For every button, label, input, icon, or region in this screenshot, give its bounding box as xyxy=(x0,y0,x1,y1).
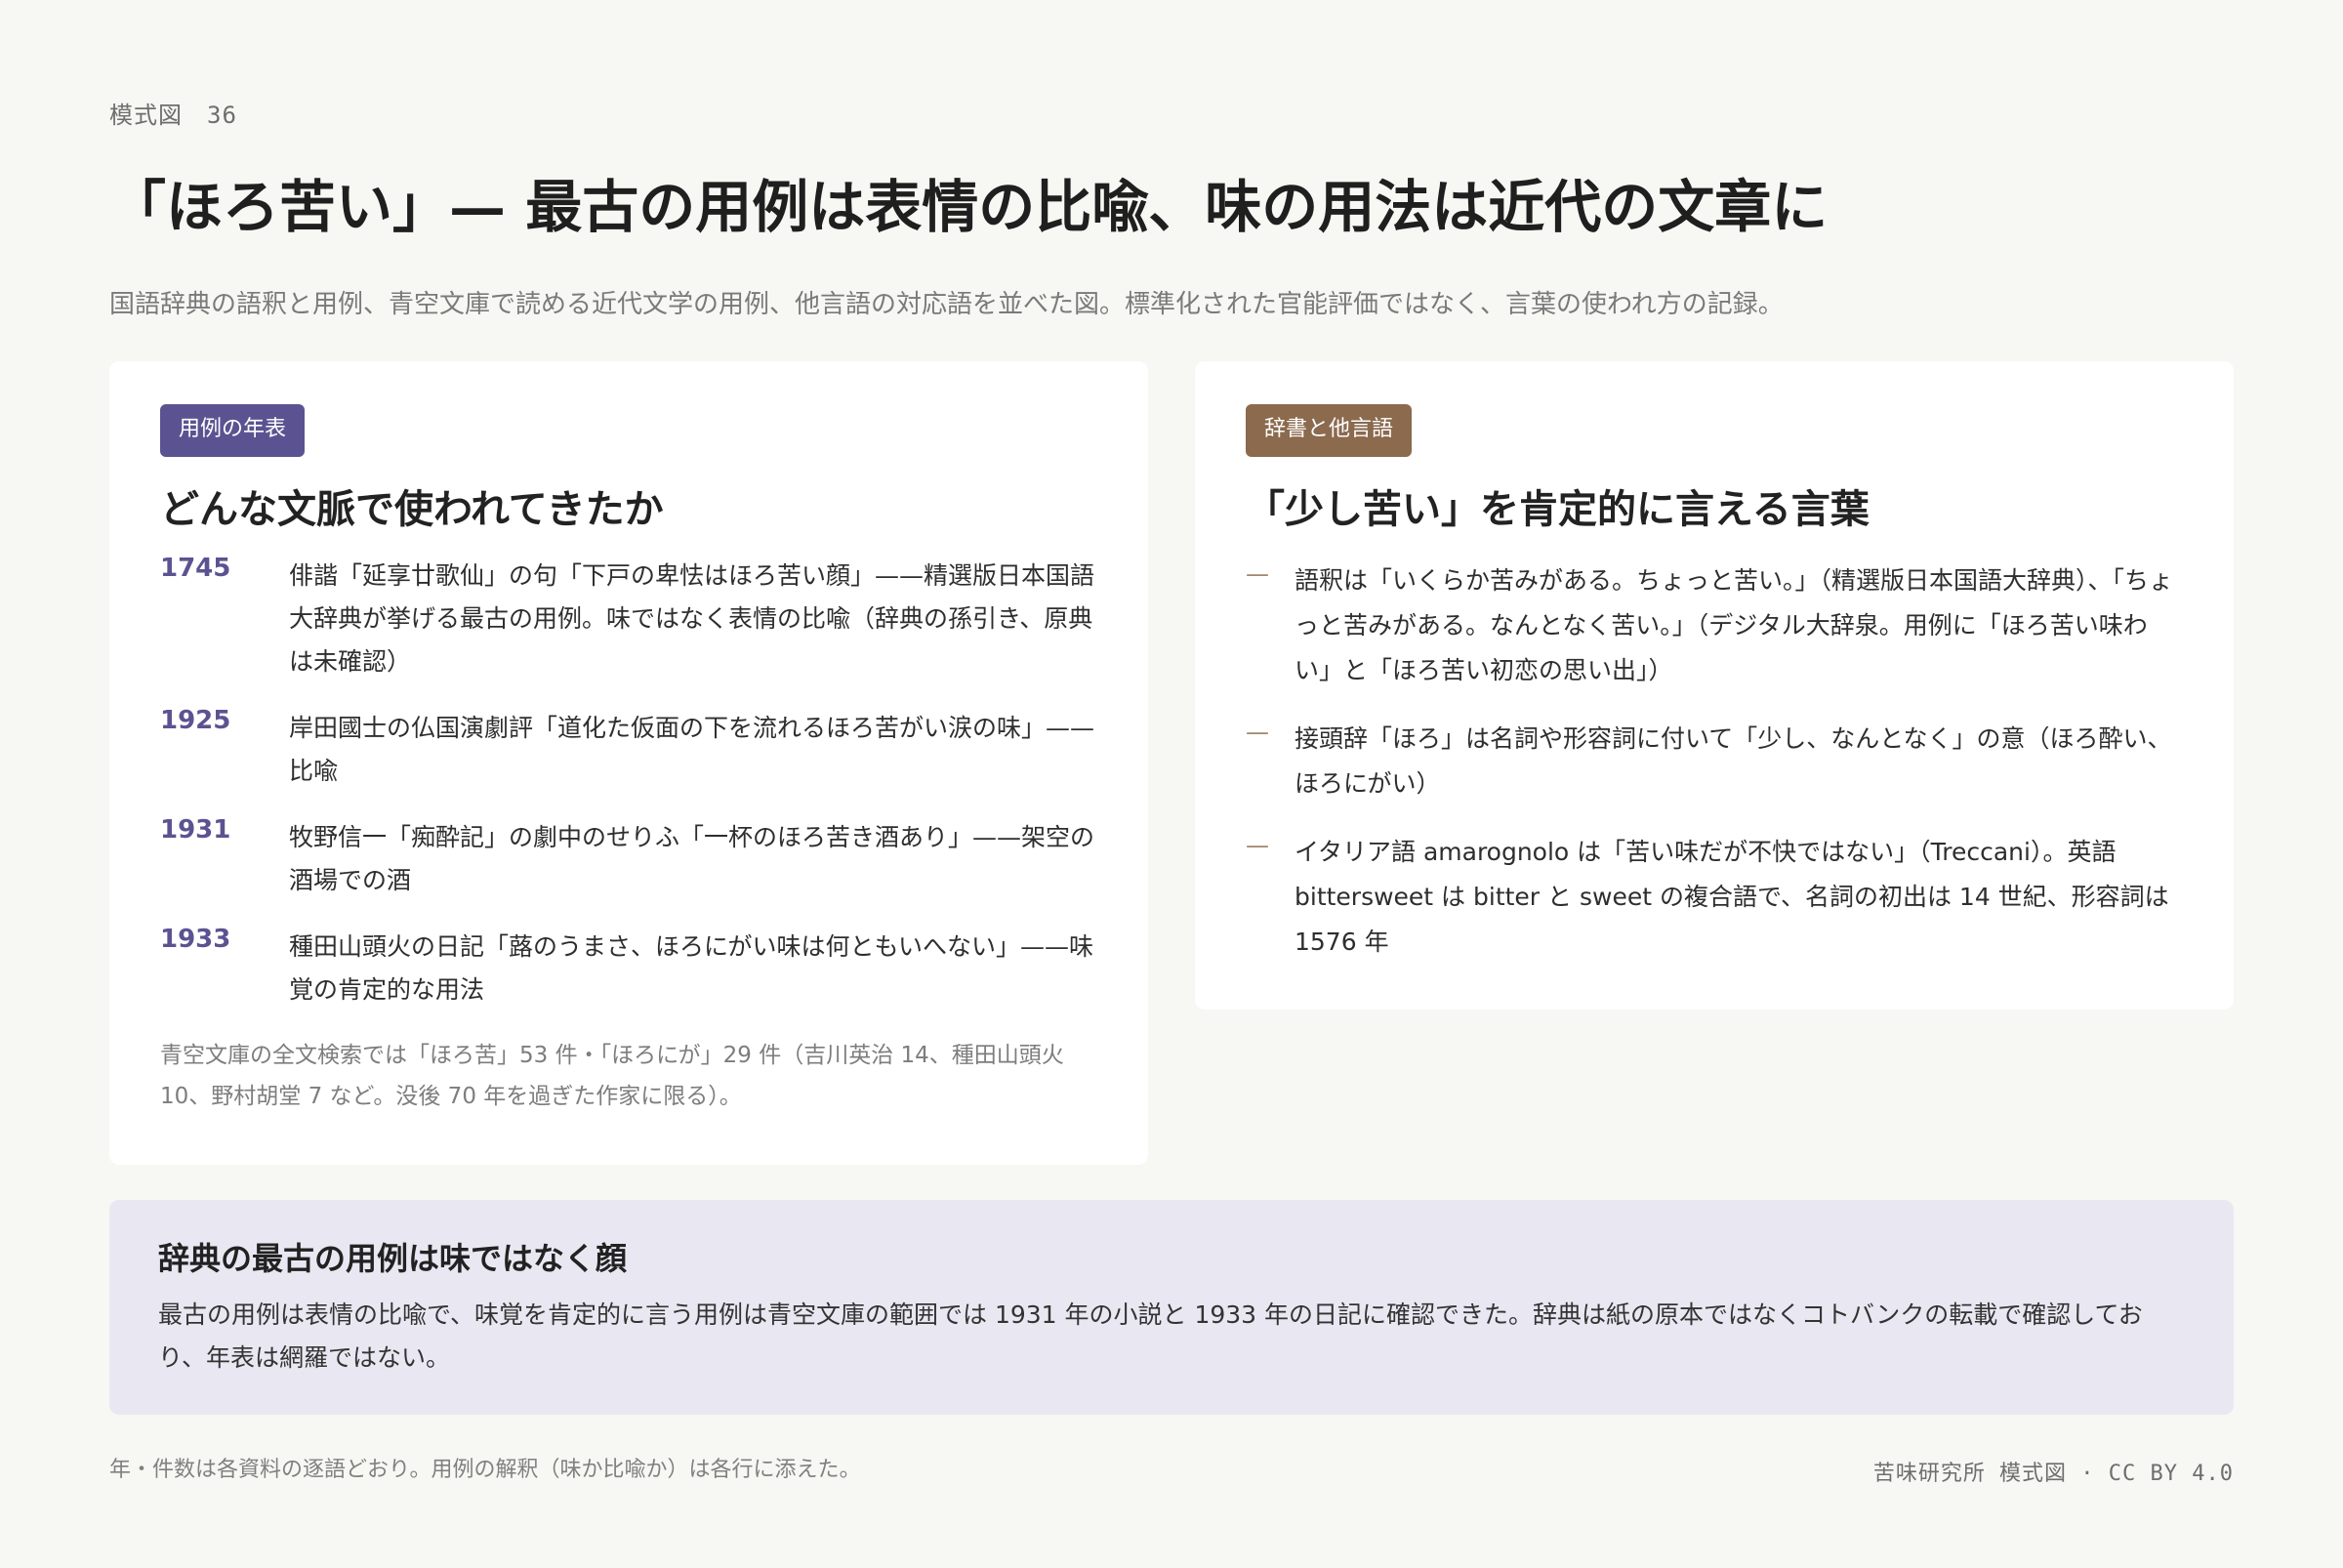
definition-text: 語釈は「いくらか苦みがある。ちょっと苦い。」（精選版日本国語大辞典）、「ちょっと… xyxy=(1295,566,2174,684)
page-title: 「ほろ苦い」— 最古の用例は表情の比喩、味の用法は近代の文章に xyxy=(109,174,1829,240)
timeline-text: 岸田國士の仏国演劇評「道化た仮面の下を流れるほろ苦がい涙の味」——比喩 xyxy=(289,714,1095,785)
timeline-year: 1931 xyxy=(160,815,231,845)
search-count-note: 青空文庫の全文検索では「ほろ苦」53 件・「ほろにが」29 件（吉川英治 14、… xyxy=(160,1043,1064,1109)
summary-title: 辞典の最古の用例は味ではなく顔 xyxy=(158,1240,628,1277)
timeline-year: 1745 xyxy=(160,554,231,583)
footer-credit: 苦味研究所 模式図 · CC BY 4.0 xyxy=(1872,1462,2234,1486)
definition-text: イタリア語 amarognolo は「苦い味だが不快ではない」（Treccani… xyxy=(1295,838,2169,956)
definition-item: — 語釈は「いくらか苦みがある。ちょっと苦い。」（精選版日本国語大辞典）、「ちょ… xyxy=(1246,558,2183,693)
timeline-text: 俳諧「延享廿歌仙」の句「下戸の卑怯はほろ苦い顔」——精選版日本国語大辞典が挙げる… xyxy=(289,561,1095,676)
dictionary-heading: 「少し苦い」を肯定的に言える言葉 xyxy=(1246,486,1870,532)
dash-marker: — xyxy=(1246,560,1269,588)
timeline-year: 1933 xyxy=(160,925,231,954)
timeline-card: 用例の年表 どんな文脈で使われてきたか 1745 俳諧「延享廿歌仙」の句「下戸の… xyxy=(109,361,1148,1165)
lede-text: 国語辞典の語釈と用例、青空文庫で読める近代文学の用例、他言語の対応語を並べた図。… xyxy=(109,290,1784,319)
definition-item: — イタリア語 amarognolo は「苦い味だが不快ではない」（Trecca… xyxy=(1246,830,2183,965)
timeline-heading: どんな文脈で使われてきたか xyxy=(160,486,664,532)
timeline-entry: 1931 牧野信一「痴酔記」の劇中のせりふ「一杯のほろ苦き酒あり」——架空の酒場… xyxy=(160,815,1097,902)
definition-text: 接頭辞「ほろ」は名詞や形容詞に付いて「少し、なんとなく」の意（ほろ酔い、ほろにが… xyxy=(1295,724,2172,798)
timeline-tag: 用例の年表 xyxy=(160,404,306,457)
dictionary-tag: 辞書と他言語 xyxy=(1246,404,1413,457)
figure-label: 模式図 36 xyxy=(109,102,237,129)
dash-marker: — xyxy=(1246,719,1269,746)
timeline-entry: 1925 岸田國士の仏国演劇評「道化た仮面の下を流れるほろ苦がい涙の味」——比喩 xyxy=(160,706,1097,793)
footer-note: 年・件数は各資料の逐語どおり。用例の解釈（味か比喩か）は各行に添えた。 xyxy=(109,1458,861,1482)
definition-list: — 語釈は「いくらか苦みがある。ちょっと苦い。」（精選版日本国語大辞典）、「ちょ… xyxy=(1246,558,2183,965)
summary-box: 辞典の最古の用例は味ではなく顔 最古の用例は表情の比喩で、味覚を肯定的に言う用例… xyxy=(109,1200,2234,1415)
timeline-list: 1745 俳諧「延享廿歌仙」の句「下戸の卑怯はほろ苦い顔」——精選版日本国語大辞… xyxy=(160,554,1097,1011)
definition-item: — 接頭辞「ほろ」は名詞や形容詞に付いて「少し、なんとなく」の意（ほろ酔い、ほろ… xyxy=(1246,717,2183,806)
timeline-entry: 1933 種田山頭火の日記「蕗のうまさ、ほろにがい味は何ともいへない」——味覚の… xyxy=(160,925,1097,1011)
dictionary-card: 辞書と他言語 「少し苦い」を肯定的に言える言葉 — 語釈は「いくらか苦みがある。… xyxy=(1195,361,2234,1010)
dash-marker: — xyxy=(1246,832,1269,859)
timeline-text: 牧野信一「痴酔記」の劇中のせりふ「一杯のほろ苦き酒あり」——架空の酒場での酒 xyxy=(289,823,1095,894)
timeline-text: 種田山頭火の日記「蕗のうまさ、ほろにがい味は何ともいへない」——味覚の肯定的な用… xyxy=(289,932,1094,1004)
summary-body: 最古の用例は表情の比喩で、味覚を肯定的に言う用例は青空文庫の範囲では 1931 … xyxy=(158,1300,2143,1372)
timeline-entry: 1745 俳諧「延享廿歌仙」の句「下戸の卑怯はほろ苦い顔」——精選版日本国語大辞… xyxy=(160,554,1097,683)
timeline-year: 1925 xyxy=(160,706,231,735)
